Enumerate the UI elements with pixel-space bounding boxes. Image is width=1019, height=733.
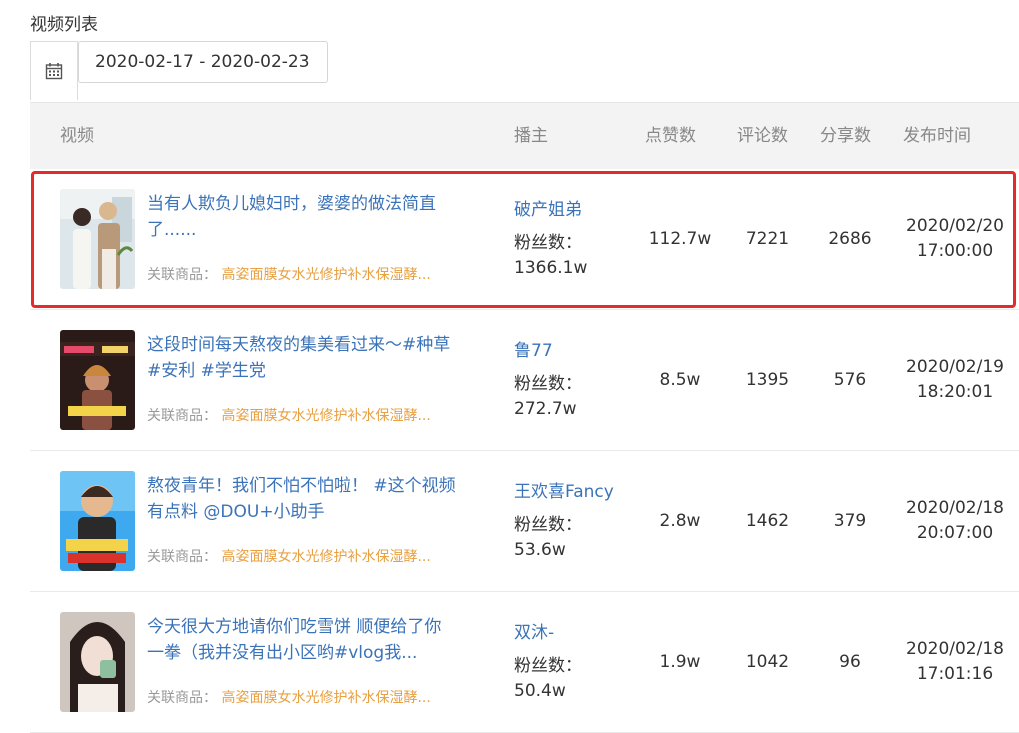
fans-value: 50.4w [514,681,566,701]
fans-label: 粉丝数： [514,233,582,253]
related-goods: 关联商品： 高姿面膜女水光修护补水保湿酵... [147,546,457,566]
related-goods: 关联商品： 高姿面膜女水光修护补水保湿酵... [147,405,457,425]
related-goods-label: 关联商品： [147,408,217,424]
anchor-name-link[interactable]: 鲁77 [514,336,553,361]
fans-label: 粉丝数： [514,374,582,394]
fans-value: 53.6w [514,540,566,560]
related-goods-link[interactable]: 高姿面膜女水光修护补水保湿酵... [221,408,430,424]
shares-count: 576 [833,370,867,390]
table-row: 这段时间每天熬夜的集美看过来～#种草 #安利 #学生党 关联商品： 高姿面膜女水… [30,310,1019,451]
related-goods-label: 关联商品： [147,549,217,565]
publish-time: 2020/02/19 18:20:01 [890,355,1019,405]
likes-count: 2.8w [659,511,701,531]
fans-count: 粉丝数： 1366.1w [514,231,614,281]
publish-clock: 20:07:00 [916,523,994,543]
likes-count: 1.9w [659,652,701,672]
comments-count: 1395 [745,370,790,390]
fans-count: 粉丝数： 50.4w [514,654,614,704]
publish-date: 2020/02/18 [906,498,1004,518]
related-goods-link[interactable]: 高姿面膜女水光修护补水保湿酵... [221,549,430,565]
related-goods-link[interactable]: 高姿面膜女水光修护补水保湿酵... [221,690,430,706]
fans-count: 粉丝数： 53.6w [514,513,614,563]
related-goods: 关联商品： 高姿面膜女水光修护补水保湿酵... [147,687,457,707]
publish-date: 2020/02/20 [906,216,1004,236]
fans-value: 1366.1w [514,258,588,278]
comments-count: 1462 [745,511,790,531]
table-row: 当有人欺负儿媳妇时，婆婆的做法简直了...... 关联商品： 高姿面膜女水光修护… [30,169,1019,310]
likes-count: 112.7w [648,229,712,249]
publish-date: 2020/02/19 [906,357,1004,377]
related-goods: 关联商品： 高姿面膜女水光修护补水保湿酵... [147,264,457,284]
table-row: 熬夜青年！我们不怕不怕啦！ #这个视频有点料 @DOU+小助手 关联商品： 高姿… [30,451,1019,592]
date-picker-toggle[interactable] [30,41,78,100]
video-thumbnail[interactable] [60,471,135,571]
video-title-link[interactable]: 今天很大方地请你们吃雪饼 顺便给了你一拳（我并没有出小区哟#vlog我... [147,614,457,666]
shares-count: 379 [833,511,867,531]
calendar-icon [45,63,63,80]
publish-clock: 18:20:01 [916,382,994,402]
related-goods-label: 关联商品： [147,690,217,706]
publish-time: 2020/02/20 17:00:00 [890,214,1019,264]
video-title-link[interactable]: 熬夜青年！我们不怕不怕啦！ #这个视频有点料 @DOU+小助手 [147,473,457,525]
publish-clock: 17:00:00 [916,241,994,261]
column-header-publish-time[interactable]: 发布时间 [903,103,971,169]
video-thumbnail[interactable] [60,330,135,430]
publish-time: 2020/02/18 17:01:16 [890,637,1019,687]
anchor-name-link[interactable]: 双沐- [514,618,554,643]
video-title-link[interactable]: 当有人欺负儿媳妇时，婆婆的做法简直了...... [147,191,457,243]
video-thumbnail[interactable] [60,612,135,712]
anchor-name-link[interactable]: 王欢喜Fancy [514,477,614,502]
publish-clock: 17:01:16 [916,664,994,684]
column-header-shares[interactable]: 分享数 [820,103,871,169]
column-header-likes[interactable]: 点赞数 [645,103,696,169]
anchor-name-link[interactable]: 破产姐弟 [514,195,582,220]
comments-count: 1042 [745,652,790,672]
likes-count: 8.5w [659,370,701,390]
shares-count: 2686 [828,229,872,249]
comments-count: 7221 [745,229,790,249]
video-thumbnail[interactable] [60,189,135,289]
table-row: 今天很大方地请你们吃雪饼 顺便给了你一拳（我并没有出小区哟#vlog我... 关… [30,592,1019,733]
fans-value: 272.7w [514,399,577,419]
column-header-anchor: 播主 [514,126,548,146]
fans-label: 粉丝数： [514,515,582,535]
column-header-video: 视频 [60,126,94,146]
shares-count: 96 [839,652,861,672]
section-title: 视频列表 [30,15,98,35]
publish-date: 2020/02/18 [906,639,1004,659]
fans-count: 粉丝数： 272.7w [514,372,614,422]
video-title-link[interactable]: 这段时间每天熬夜的集美看过来～#种草 #安利 #学生党 [147,332,457,384]
date-range-input[interactable]: 2020-02-17 - 2020-02-23 [78,41,328,83]
related-goods-link[interactable]: 高姿面膜女水光修护补水保湿酵... [221,267,430,283]
fans-label: 粉丝数： [514,656,582,676]
column-header-comments[interactable]: 评论数 [737,103,788,169]
table-header: 视频 播主 点赞数 评论数 分享数 发布时间 [30,102,1019,169]
related-goods-label: 关联商品： [147,267,217,283]
publish-time: 2020/02/18 20:07:00 [890,496,1019,546]
